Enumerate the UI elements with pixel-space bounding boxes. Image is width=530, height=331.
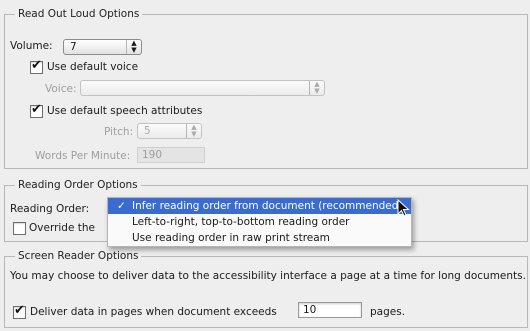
screen-reader-title: Screen Reader Options (15, 250, 142, 262)
up-down-arrows-icon: ▲ ▼ (186, 124, 201, 138)
use-default-speech-checkbox[interactable]: ✔ (30, 102, 43, 118)
checkmark-icon: ✓ (117, 200, 126, 212)
menu-item-infer[interactable]: ✓ Infer reading order from document (rec… (108, 198, 411, 214)
use-default-speech-label: Use default speech attributes (47, 105, 203, 117)
reading-order-title: Reading Order Options (15, 179, 141, 191)
read-out-loud-title: Read Out Loud Options (15, 8, 143, 20)
deliver-pages-input[interactable]: 10 (298, 302, 362, 318)
pitch-value: 5 (144, 125, 151, 137)
override-checkbox[interactable] (13, 222, 26, 235)
screen-reader-description: You may choose to deliver data to the ac… (10, 270, 526, 282)
mouse-pointer-icon (397, 199, 410, 217)
voice-label: Voice: (45, 83, 77, 95)
checkmark-icon: ✔ (31, 102, 42, 117)
reading-order-menu[interactable]: ✓ Infer reading order from document (rec… (107, 197, 412, 247)
volume-value: 7 (70, 41, 77, 53)
wpm-label: Words Per Minute: (35, 150, 131, 162)
volume-popup[interactable]: 7 ▲ ▼ (63, 39, 142, 55)
use-default-voice-checkbox[interactable]: ✔ (30, 58, 43, 74)
volume-label: Volume: (10, 40, 53, 52)
checkmark-icon: ✔ (14, 303, 25, 318)
menu-item-raw-print-stream[interactable]: Use reading order in raw print stream (108, 230, 411, 246)
menu-item-left-to-right[interactable]: Left-to-right, top-to-bottom reading ord… (108, 214, 411, 230)
up-down-arrows-icon: ▲ ▼ (309, 81, 324, 95)
up-down-arrows-icon: ▲ ▼ (126, 40, 141, 54)
use-default-voice-label: Use default voice (47, 61, 139, 73)
deliver-pages-label: Deliver data in pages when document exce… (30, 306, 277, 318)
deliver-pages-checkbox[interactable]: ✔ (13, 303, 26, 319)
wpm-value[interactable]: 190 (137, 147, 205, 163)
pitch-popup[interactable]: 5 ▲ ▼ (137, 123, 202, 139)
pitch-label: Pitch: (104, 126, 134, 138)
checkmark-icon: ✔ (31, 58, 42, 73)
voice-popup[interactable]: ▲ ▼ (80, 80, 325, 96)
reading-order-label: Reading Order: (10, 203, 90, 215)
pages-suffix: pages. (370, 306, 406, 318)
override-label: Override the (29, 222, 95, 234)
